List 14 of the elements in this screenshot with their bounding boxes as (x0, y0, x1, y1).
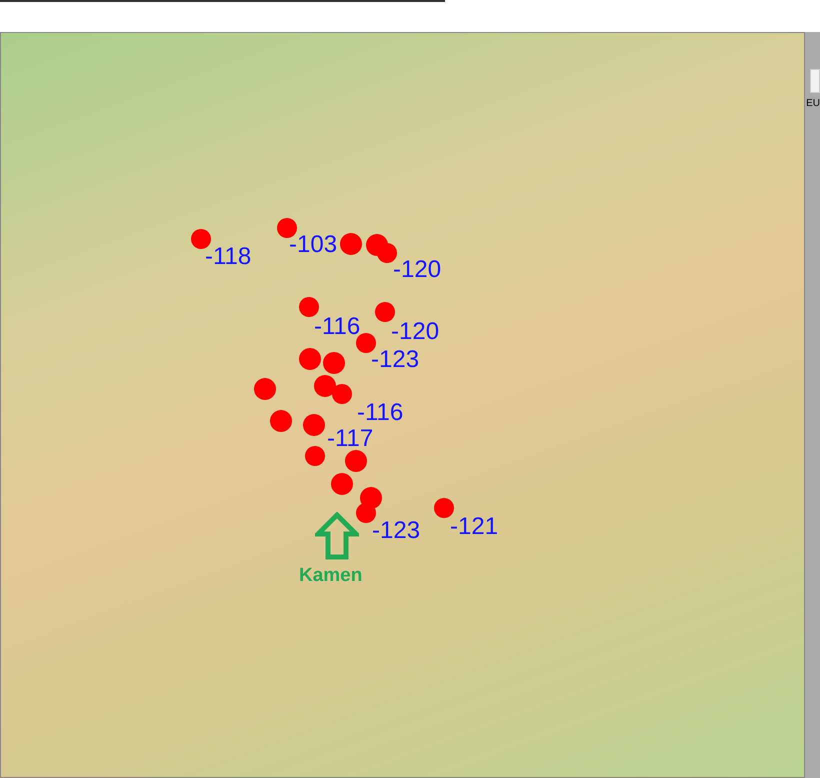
input-field[interactable] (810, 69, 820, 93)
panel-text: EU (806, 99, 820, 109)
up-arrow-icon (315, 512, 359, 560)
signal-label: -118 (205, 245, 252, 269)
signal-label: -120 (393, 258, 442, 282)
signal-label: -121 (450, 515, 498, 539)
signal-label: -120 (391, 320, 440, 344)
pointer-label: Kamen (299, 566, 362, 585)
signal-label: -103 (289, 233, 338, 257)
signal-label: -116 (314, 315, 360, 339)
signal-label: -117 (327, 427, 374, 451)
signal-label: -116 (357, 401, 404, 425)
signal-label: -123 (372, 519, 420, 543)
signal-label: -123 (371, 348, 420, 372)
